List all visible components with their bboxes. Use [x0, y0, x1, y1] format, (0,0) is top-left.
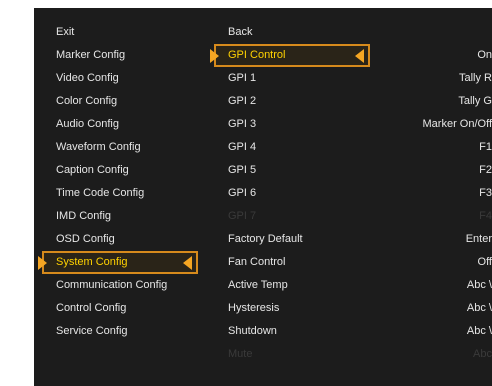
selection-right-arrow-icon [38, 256, 47, 270]
menu-item-communication-config[interactable]: Communication Config [34, 274, 194, 297]
submenu-item-gpi-1[interactable]: GPI 1 [206, 67, 381, 90]
submenu-item-gpi-7: GPI 7 [228, 210, 257, 222]
submenu-item-hysteresis[interactable]: Hysteresis [206, 297, 381, 320]
value-column: On Tally R Tally G Marker On/Off F1 F2 F… [384, 21, 492, 366]
selection-left-arrow-icon [355, 49, 364, 63]
menu-item-caption-config[interactable]: Caption Config [34, 159, 194, 182]
value-hysteresis[interactable]: Abc \ [384, 297, 492, 320]
menu-item-audio-config[interactable]: Audio Config [34, 113, 194, 136]
menu-item-service-config[interactable]: Service Config [34, 320, 194, 343]
menu-item-time-code-config[interactable]: Time Code Config [34, 182, 194, 205]
menu-item-exit[interactable]: Exit [34, 21, 194, 44]
value-gpi-1[interactable]: Tally R [384, 67, 492, 90]
submenu-item-mute: Mute [228, 348, 253, 360]
value-gpi-control[interactable]: On [384, 44, 492, 67]
submenu-item-gpi-3[interactable]: GPI 3 [206, 113, 381, 136]
menu-item-system-config[interactable]: System Config [38, 251, 198, 274]
submenu-item-gpi-6[interactable]: GPI 6 [206, 182, 381, 205]
value-gpi-7: F4 [479, 210, 492, 222]
menu-item-osd-config[interactable]: OSD Config [34, 228, 194, 251]
submenu-item-gpi-2[interactable]: GPI 2 [206, 90, 381, 113]
value-gpi-4[interactable]: F1 [384, 136, 492, 159]
submenu-item-gpi-control[interactable]: GPI Control [210, 44, 370, 67]
submenu-item-gpi-4[interactable]: GPI 4 [206, 136, 381, 159]
value-fan-control[interactable]: Off [384, 251, 492, 274]
menu-item-waveform-config[interactable]: Waveform Config [34, 136, 194, 159]
selection-right-arrow-icon [210, 49, 219, 63]
submenu-column: Back GPI Control GPI 1 GPI 2 GPI 3 GPI 4… [206, 21, 381, 366]
value-gpi-3[interactable]: Marker On/Off [384, 113, 492, 136]
submenu-item-fan-control[interactable]: Fan Control [206, 251, 381, 274]
submenu-item-gpi-5[interactable]: GPI 5 [206, 159, 381, 182]
value-gpi-5[interactable]: F2 [384, 159, 492, 182]
submenu-item-factory-default[interactable]: Factory Default [206, 228, 381, 251]
menu-item-video-config[interactable]: Video Config [34, 67, 194, 90]
value-gpi-2[interactable]: Tally G [384, 90, 492, 113]
submenu-item-active-temp[interactable]: Active Temp [206, 274, 381, 297]
value-gpi-6[interactable]: F3 [384, 182, 492, 205]
menu-item-control-config[interactable]: Control Config [34, 297, 194, 320]
value-mute: Abc [473, 348, 492, 360]
main-menu-column: Exit Marker Config Video Config Color Co… [34, 21, 198, 343]
value-factory-default[interactable]: Enter [384, 228, 492, 251]
menu-item-imd-config[interactable]: IMD Config [34, 205, 194, 228]
submenu-item-back[interactable]: Back [206, 21, 381, 44]
value-shutdown[interactable]: Abc \ [384, 320, 492, 343]
osd-menu-screen: Exit Marker Config Video Config Color Co… [34, 8, 492, 386]
menu-item-color-config[interactable]: Color Config [34, 90, 194, 113]
menu-item-marker-config[interactable]: Marker Config [34, 44, 194, 67]
value-active-temp[interactable]: Abc \ [384, 274, 492, 297]
selection-left-arrow-icon [183, 256, 192, 270]
submenu-item-shutdown[interactable]: Shutdown [206, 320, 381, 343]
value-back [384, 21, 492, 44]
